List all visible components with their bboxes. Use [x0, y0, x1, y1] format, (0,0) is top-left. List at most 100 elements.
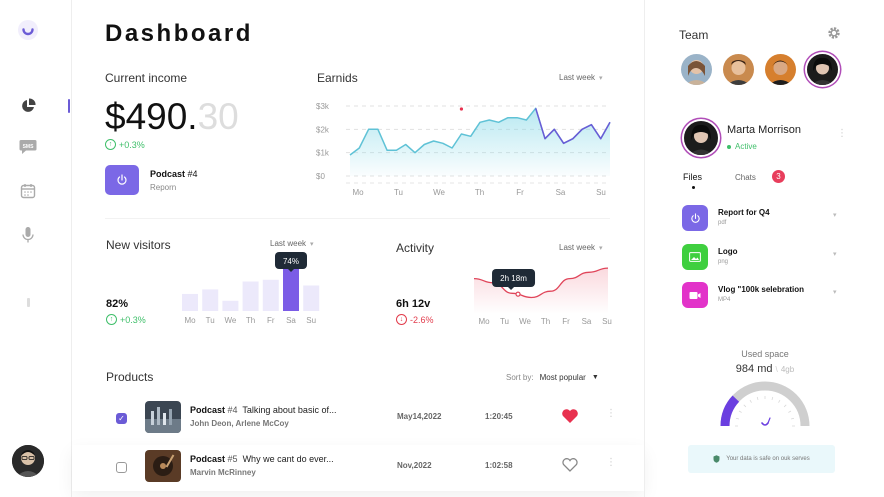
file-name: Report for Q4	[718, 208, 770, 217]
product-title-desc: Talking about basic of...	[242, 405, 337, 415]
microphone-icon[interactable]	[18, 225, 38, 245]
tab-chats[interactable]: Chats	[735, 173, 756, 182]
earnings-period-value: Last week	[559, 73, 596, 82]
earnings-x-tick-label: Fr	[516, 188, 524, 197]
earnings-y-tick-label: $3k	[316, 102, 330, 111]
visitors-tooltip-text: 74%	[283, 257, 299, 266]
activity-marker	[515, 291, 521, 297]
product-row[interactable]: Podcast #5 Why we cant do ever... Marvin…	[72, 445, 644, 491]
more-options-icon[interactable]: ⋮	[837, 128, 847, 139]
gauge-center-mark	[761, 422, 769, 426]
earnings-y-tick-label: $2k	[316, 125, 330, 134]
product-date: May14,2022	[397, 412, 442, 421]
data-safe-notice: Your data is safe on ouk serves	[688, 445, 835, 473]
sort-dropdown[interactable]: Sort by: Most popular ▼	[506, 373, 599, 382]
product-duration: 1:02:58	[485, 461, 513, 470]
earnings-chart: $0 $1k $2k $3k Mo Tu We Th Fr Sa Su	[316, 102, 611, 197]
app-logo-icon[interactable]	[17, 19, 39, 41]
chevron-down-icon[interactable]: ▾	[833, 211, 837, 219]
file-item[interactable]: Logo png ▾	[682, 244, 852, 272]
more-options-icon[interactable]: ⋮	[606, 408, 616, 419]
file-item[interactable]: Report for Q4 pdf ▾	[682, 205, 852, 233]
team-member-avatar-selected[interactable]	[807, 54, 838, 85]
more-options-icon[interactable]: ⋮	[606, 457, 616, 468]
gauge-fill	[720, 395, 740, 427]
podcast-thumbnail	[145, 450, 181, 482]
earnings-period-dropdown[interactable]: Last week ▾	[559, 73, 603, 82]
activity-tooltip-text: 2h 18m	[500, 274, 527, 283]
user-avatar[interactable]	[12, 445, 44, 477]
shield-icon	[713, 455, 720, 463]
chevron-down-icon[interactable]: ▾	[833, 250, 837, 258]
activity-period-value: Last week	[559, 243, 596, 252]
visitors-bar	[283, 269, 299, 311]
gauge-tick	[756, 396, 759, 401]
earnings-area	[350, 108, 610, 176]
activity-x-tick-label: Su	[602, 317, 612, 326]
row-checkbox[interactable]	[116, 462, 127, 473]
visitors-bar	[242, 281, 259, 311]
activity-chart: 2h 18m Mo Tu We Th Fr Sa Su	[474, 267, 612, 326]
product-date: Nov,2022	[397, 461, 432, 470]
visitors-period-dropdown[interactable]: Last week ▾	[270, 239, 314, 248]
tab-files[interactable]: Files	[683, 172, 702, 182]
sms-icon[interactable]: SMS	[18, 137, 38, 157]
file-name: Vlog "100k selebration	[718, 285, 805, 294]
team-panel: Team Marta Morrison Active ⋮ Files Chats…	[644, 0, 884, 497]
visitors-bar	[262, 279, 279, 311]
activity-period-dropdown[interactable]: Last week ▾	[559, 243, 603, 252]
visitors-change-value: +0.3%	[120, 314, 146, 325]
chevron-down-icon: ▾	[599, 244, 603, 252]
team-label: Team	[679, 28, 709, 42]
arrow-up-icon: ↑	[105, 139, 116, 150]
income-podcast-sub: Reporn	[150, 183, 177, 192]
gauge-tick	[783, 404, 787, 408]
file-type: pdf	[718, 220, 727, 226]
file-name: Logo	[718, 247, 738, 256]
gauge-tick	[735, 417, 740, 420]
team-member-avatar[interactable]	[765, 54, 796, 85]
visitors-x-tick-label: Su	[306, 316, 316, 325]
team-member-avatar[interactable]	[681, 54, 712, 85]
income-podcast-title: Podcast #4	[150, 169, 198, 179]
products-label: Products	[106, 370, 154, 384]
file-item[interactable]: Vlog "100k selebration MP4 ▾	[682, 282, 852, 310]
image-icon	[682, 244, 708, 270]
activity-change: ↓ -2.6%	[396, 314, 434, 325]
gear-icon[interactable]	[827, 26, 841, 40]
heart-filled-icon[interactable]	[561, 408, 579, 424]
active-tab-indicator	[692, 186, 695, 189]
caret-down-icon: ▼	[591, 374, 599, 381]
earnings-label: Earnids	[317, 71, 358, 85]
arrow-up-icon: ↑	[106, 314, 117, 325]
activity-x-tick-label: Th	[541, 317, 550, 326]
visitors-bar	[182, 293, 198, 311]
activity-x-tick-label: Sa	[582, 317, 592, 326]
income-value: $490.30	[105, 96, 239, 138]
visitors-x-tick-label: Th	[246, 316, 255, 325]
calendar-icon[interactable]	[18, 181, 38, 201]
team-member-avatar[interactable]	[723, 54, 754, 85]
product-authors: Marvin McRinney	[190, 468, 256, 477]
file-type: png	[718, 259, 729, 265]
visitors-chart: Mo Tu We Th Fr Sa 74% Su	[182, 252, 320, 325]
sort-label: Sort by:	[506, 373, 534, 382]
heart-outline-icon[interactable]	[561, 457, 579, 473]
product-authors: John Deon, Arlene McCoy	[190, 419, 289, 428]
nav-divider	[27, 298, 30, 307]
gauge-tick	[788, 410, 792, 413]
row-checkbox[interactable]: ✓	[116, 413, 127, 424]
income-value-cents: 30	[197, 96, 239, 137]
visitors-x-tick-label: Sa	[286, 316, 296, 325]
podcast-thumbnail	[145, 401, 181, 433]
income-label: Current income	[105, 71, 188, 85]
chevron-down-icon[interactable]: ▾	[833, 288, 837, 296]
earnings-y-tick-label: $0	[316, 172, 325, 181]
used-space-values: 984 md \ 4gb	[645, 363, 884, 375]
pie-chart-icon[interactable]	[18, 96, 38, 116]
profile-status-text: Active	[735, 142, 757, 151]
podcast-power-button[interactable]	[105, 165, 139, 195]
used-space-label: Used space	[741, 349, 789, 359]
product-row[interactable]: ✓ Podcast #4 Talking about basic of... J…	[72, 396, 644, 442]
visitors-value: 82%	[106, 298, 129, 310]
